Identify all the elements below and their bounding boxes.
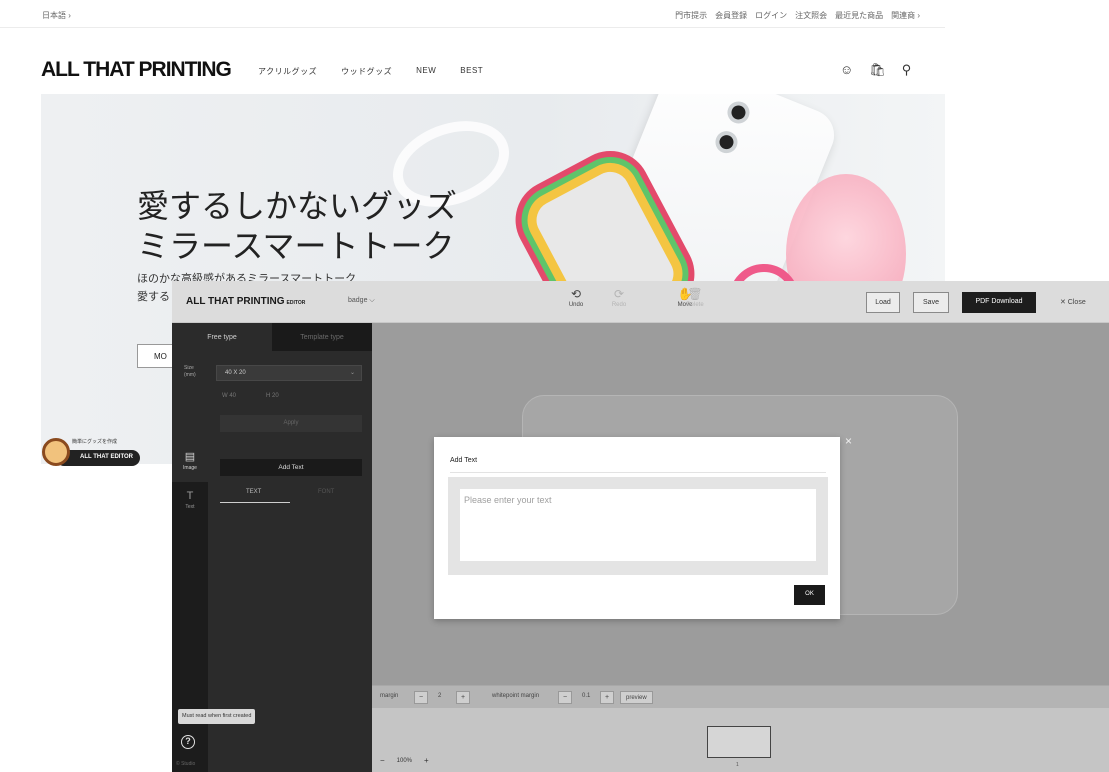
editor-window: ALL THAT PRINTING EDITOR badge ⌵ ⟲ Undo ⟳… [172,281,1109,772]
add-text-button[interactable]: Add Text [220,459,362,476]
must-read-tooltip[interactable]: Must read when first created [178,709,256,724]
size-value: 40 X 20 [225,370,246,376]
main-nav: アクリルグッズ ウッドグッズ NEW BEST [258,66,483,77]
editor-launch-badge[interactable]: ALL THAT EDITOR 簡単にグッズを作成 [42,434,140,468]
trash-icon: 🗑 [687,287,703,301]
hero-title-line: ミラースマートトーク [137,227,455,265]
page-thumbnails: 1 − 100% + [372,708,1109,772]
nav-item-wood[interactable]: ウッドグッズ [341,66,392,77]
camera-lens [724,98,753,127]
site-logo[interactable]: ALL THAT PRINTING [41,58,232,82]
top-link[interactable]: ログイン [755,10,787,21]
whitepoint-value: 0.1 [582,693,591,699]
top-link[interactable]: 会員登録 [715,10,747,21]
editor-sidebar: Free type Template type Size (mm) 40 X 2… [172,323,372,772]
top-link[interactable]: 門市提示 [675,10,707,21]
rail-item-text[interactable]: T Text [172,486,208,524]
rail-image-label: Image [183,465,197,471]
undo-button[interactable]: ⟲ Undo [561,287,591,308]
margin-decrease-button[interactable]: − [414,691,428,704]
rail-text-label: Text [185,504,195,510]
search-icon[interactable]: ⚲ [902,62,912,78]
tab-template-type[interactable]: Template type [272,323,372,351]
whitepoint-increase-button[interactable]: + [600,691,614,704]
camera-lens [712,127,741,157]
zoom-control: − 100% + [380,756,429,765]
load-button[interactable]: Load [866,292,900,313]
nav-item-new[interactable]: NEW [416,66,436,77]
zoom-out-button[interactable]: − [380,756,385,765]
help-icon[interactable]: ? [181,735,195,749]
tab-free-type[interactable]: Free type [172,323,272,351]
active-tab-underline [220,502,290,503]
size-label-text: Size [184,365,194,371]
redo-button[interactable]: ⟳ Redo [604,287,634,308]
hero-title-line: 愛するしかないグッズ [137,187,458,225]
undo-icon: ⟲ [570,287,582,301]
add-text-modal: Add Text OK [434,437,840,619]
modal-title: Add Text [450,457,478,464]
hero-title: 愛するしかないグッズ ミラースマートトーク [137,186,457,266]
pdf-download-button[interactable]: PDF Download [962,292,1036,313]
header-icons: ☺ 🛍 ⚲ [840,62,911,78]
editor-logo-text: ALL THAT PRINTING [186,296,285,307]
margin-label: margin [380,693,399,699]
top-link[interactable]: 関連商 › [891,10,920,21]
type-tabs: Free type Template type [172,323,372,351]
close-button[interactable]: ✕ Close [1060,298,1086,306]
delete-label: Delete [686,302,704,308]
margin-value: 2 [438,693,442,699]
editor-logo-suffix: EDITOR [286,300,306,306]
delete-button[interactable]: 🗑 Delete [680,287,710,308]
redo-icon: ⟳ [613,287,625,301]
redo-label: Redo [611,302,627,308]
text-icon: T [186,490,194,502]
tab-text[interactable]: TEXT [246,489,261,495]
nav-item-acrylic[interactable]: アクリルグッズ [258,66,317,77]
site-top-bar: 日本語 › 門市提示 会員登録 ログイン 注文照会 最近見た商品 関連商 › [0,0,945,28]
product-selector[interactable]: badge ⌵ [348,297,375,305]
text-input[interactable] [460,489,816,561]
nav-item-best[interactable]: BEST [460,66,483,77]
save-button[interactable]: Save [913,292,949,313]
size-unit-text: (mm) [184,372,196,378]
ok-button[interactable]: OK [794,585,825,605]
whitepoint-decrease-button[interactable]: − [558,691,572,704]
whitepoint-margin-label: whitepoint margin [492,693,540,699]
zoom-in-button[interactable]: + [424,756,429,765]
language-selector[interactable]: 日本語 › [42,10,71,21]
image-icon: ▤ [184,451,196,463]
modal-input-wrapper [448,477,828,575]
modal-divider [450,472,826,473]
sidebar-footer: © Studio [176,761,196,767]
page-number: 1 [736,762,739,768]
mascot-icon [42,438,70,466]
size-label: Size (mm) [184,365,196,379]
tab-font[interactable]: FONT [318,489,334,495]
apply-button[interactable]: Apply [220,415,362,432]
top-links: 門市提示 会員登録 ログイン 注文照会 最近見た商品 関連商 › [675,10,920,21]
dimension-inputs: W 40 H 20 [222,393,279,399]
user-icon[interactable]: ☺ [840,62,853,78]
width-field[interactable]: W 40 [222,393,236,399]
editor-toolbar: ALL THAT PRINTING EDITOR badge ⌵ ⟲ Undo ⟳… [172,281,1109,323]
editor-logo: ALL THAT PRINTING EDITOR [186,296,305,307]
top-link[interactable]: 最近見た商品 [835,10,883,21]
rail-item-image[interactable]: ▤ Image [172,444,208,482]
margin-increase-button[interactable]: + [456,691,470,704]
page-thumbnail[interactable] [707,726,771,758]
undo-label: Undo [568,302,584,308]
zoom-value: 100% [396,758,413,764]
top-link[interactable]: 注文照会 [795,10,827,21]
preview-button[interactable]: preview [620,691,653,704]
chevron-down-icon: ⌄ [349,370,355,376]
height-field[interactable]: H 20 [266,393,279,399]
modal-close-icon[interactable]: × [845,434,852,448]
size-select[interactable]: 40 X 20 ⌄ [216,365,362,381]
margin-bar: margin − 2 + whitepoint margin − 0.1 + p… [372,685,1109,708]
bag-icon[interactable]: 🛍 [869,62,886,78]
editor-badge-caption: 簡単にグッズを作成 [72,439,118,445]
